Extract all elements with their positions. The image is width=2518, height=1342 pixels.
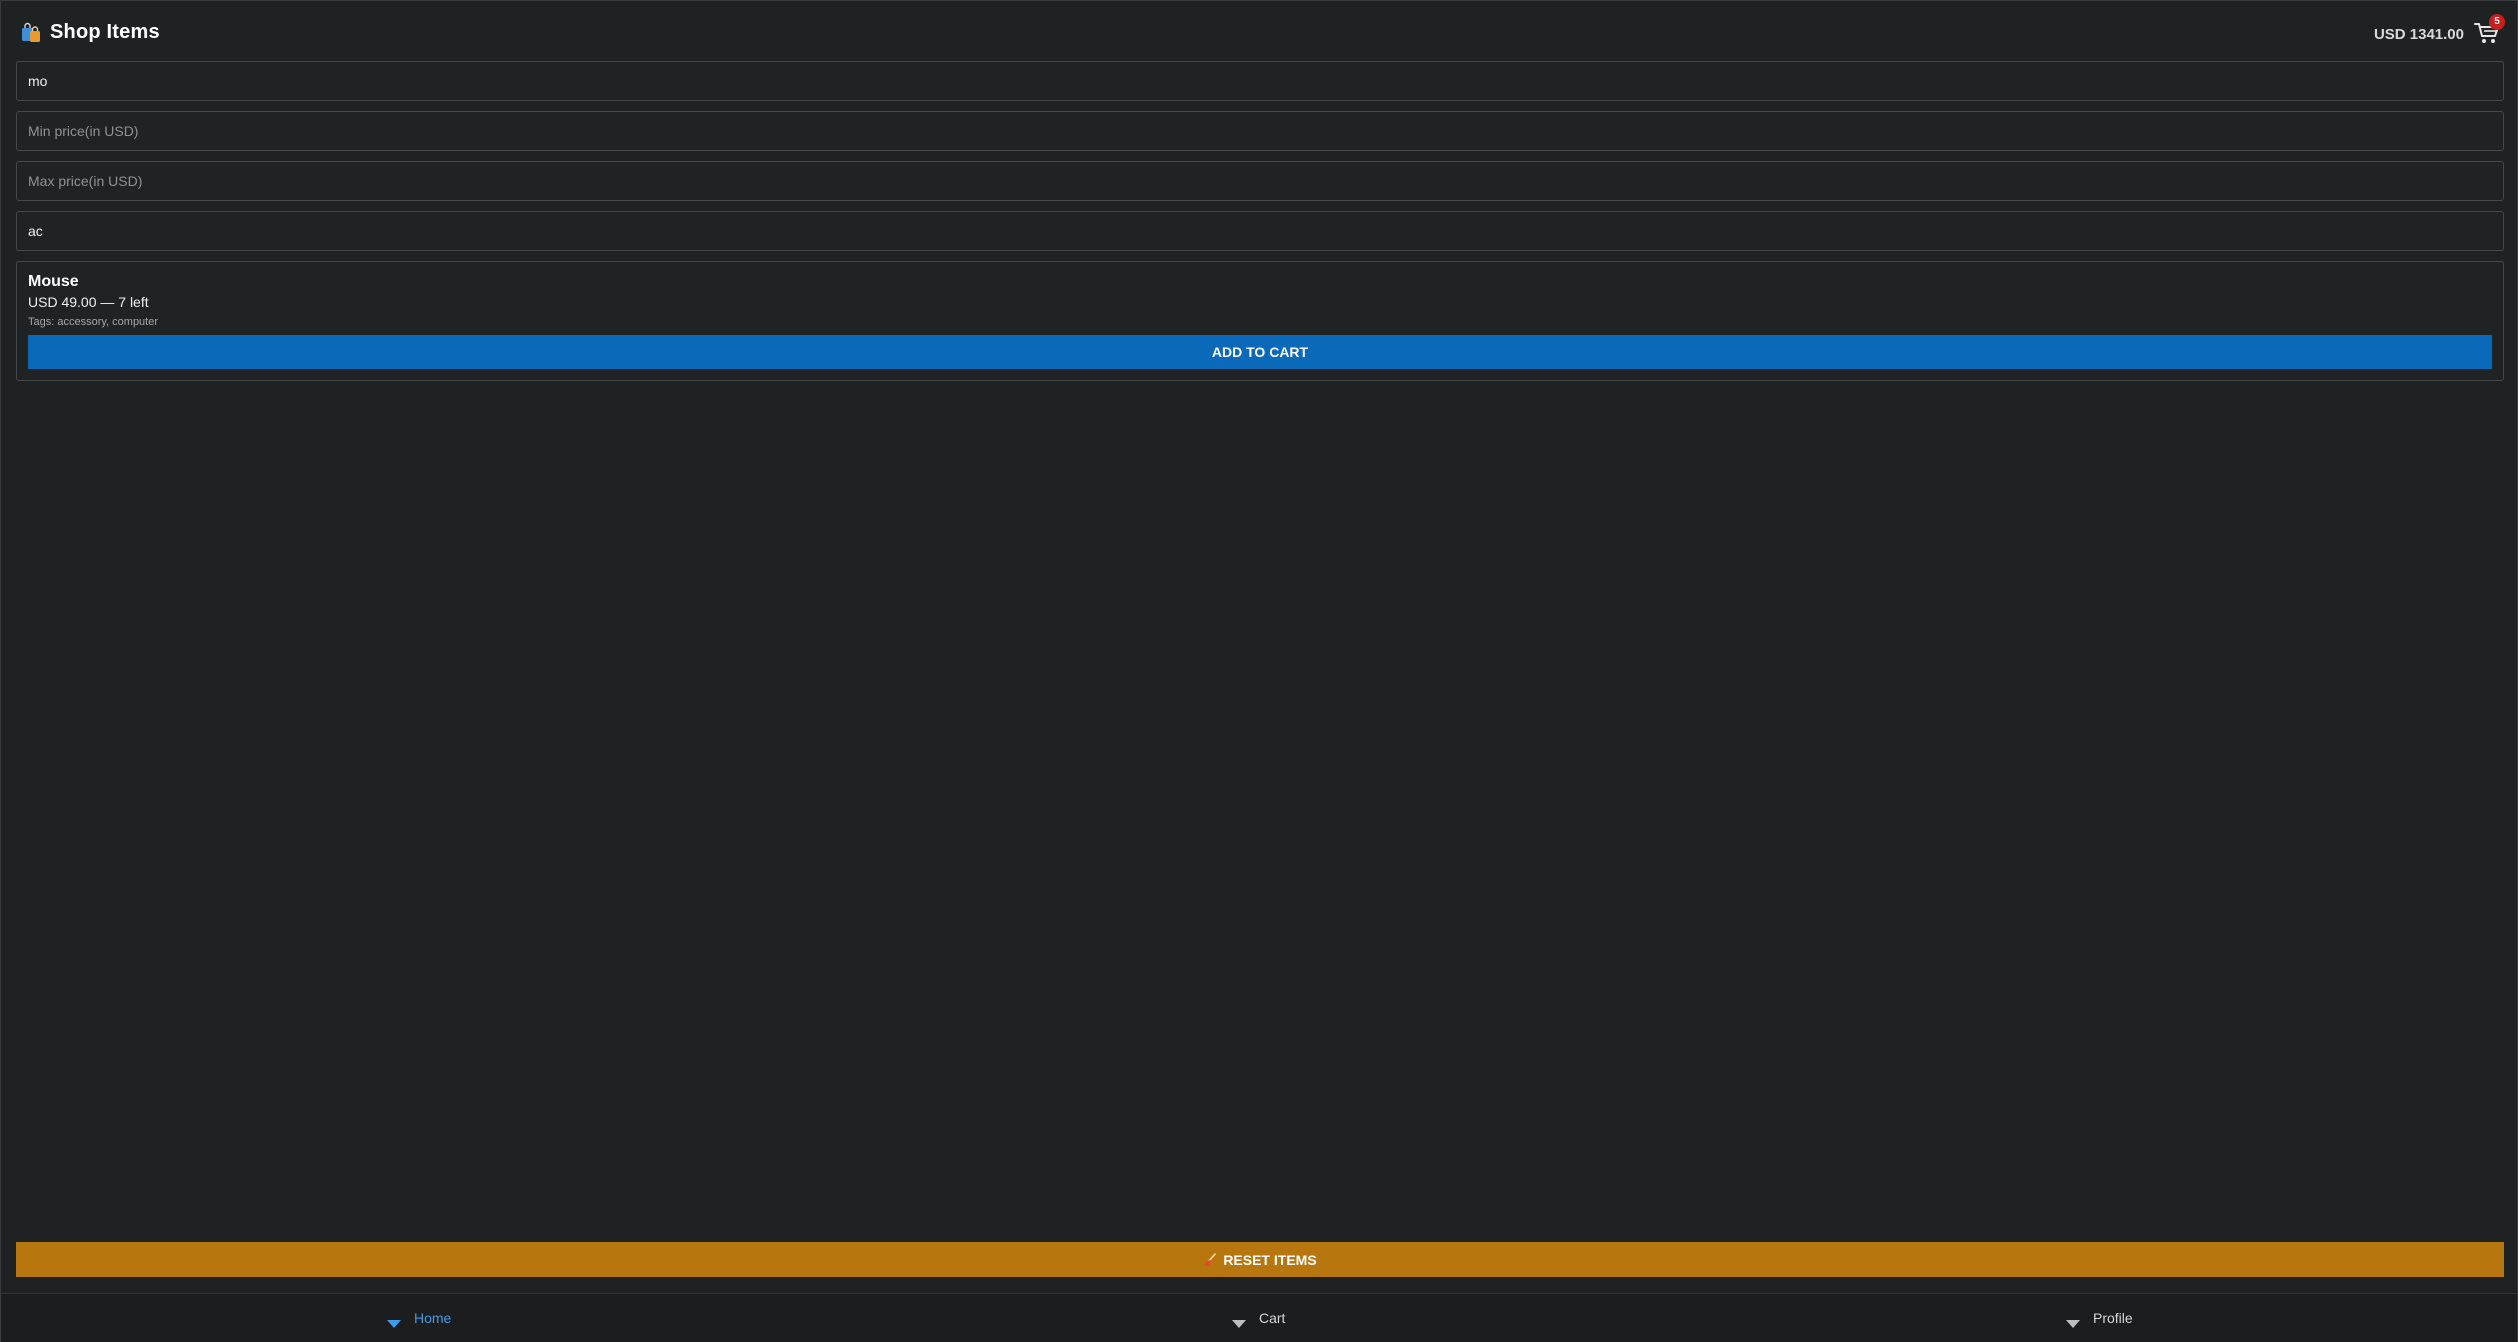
nav-item-label: Home bbox=[414, 1310, 452, 1326]
page-title: Shop Items bbox=[50, 21, 160, 43]
broom-icon bbox=[1203, 1252, 1217, 1267]
bottom-nav: Home Cart Profile bbox=[1, 1293, 2517, 1342]
search-input[interactable] bbox=[16, 61, 2504, 101]
cart-icon bbox=[2474, 23, 2500, 49]
add-to-cart-button[interactable]: ADD TO CART bbox=[28, 335, 2492, 369]
nav-item-cart[interactable]: Cart bbox=[1231, 1310, 1286, 1328]
cart-count-badge: 5 bbox=[2489, 14, 2505, 30]
triangle-down-icon bbox=[386, 1316, 402, 1328]
min-price-input[interactable] bbox=[16, 111, 2504, 151]
product-name: Mouse bbox=[28, 273, 79, 290]
shopping-bags-icon bbox=[20, 22, 42, 44]
reset-items-label: RESET ITEMS bbox=[1223, 1251, 1317, 1268]
nav-item-label: Cart bbox=[1259, 1310, 1286, 1326]
header-right: USD 1341.00 5 bbox=[2373, 14, 2505, 49]
product-price-stock: USD 49.00 — 7 left bbox=[28, 294, 149, 310]
reset-items-button[interactable]: RESET ITEMS bbox=[16, 1242, 2504, 1277]
max-price-input[interactable] bbox=[16, 161, 2504, 201]
nav-item-profile[interactable]: Profile bbox=[2065, 1310, 2133, 1328]
product-card: Mouse USD 49.00 — 7 left Tags: accessory… bbox=[16, 261, 2504, 381]
triangle-down-icon bbox=[1231, 1316, 1247, 1328]
cart-button[interactable]: 5 bbox=[2474, 14, 2505, 49]
nav-item-label: Profile bbox=[2093, 1310, 2133, 1326]
tag-filter-input[interactable] bbox=[16, 211, 2504, 251]
triangle-down-icon bbox=[2065, 1316, 2081, 1328]
app-window: Shop Items USD 1341.00 5 Mouse USD 49 bbox=[0, 0, 2518, 1342]
balance-display: USD 1341.00 bbox=[2373, 25, 2464, 43]
product-tags: Tags: accessory, computer bbox=[28, 316, 159, 328]
nav-item-home[interactable]: Home bbox=[386, 1310, 452, 1328]
header: Shop Items USD 1341.00 5 bbox=[1, 1, 2517, 61]
title-wrap: Shop Items bbox=[20, 21, 160, 44]
